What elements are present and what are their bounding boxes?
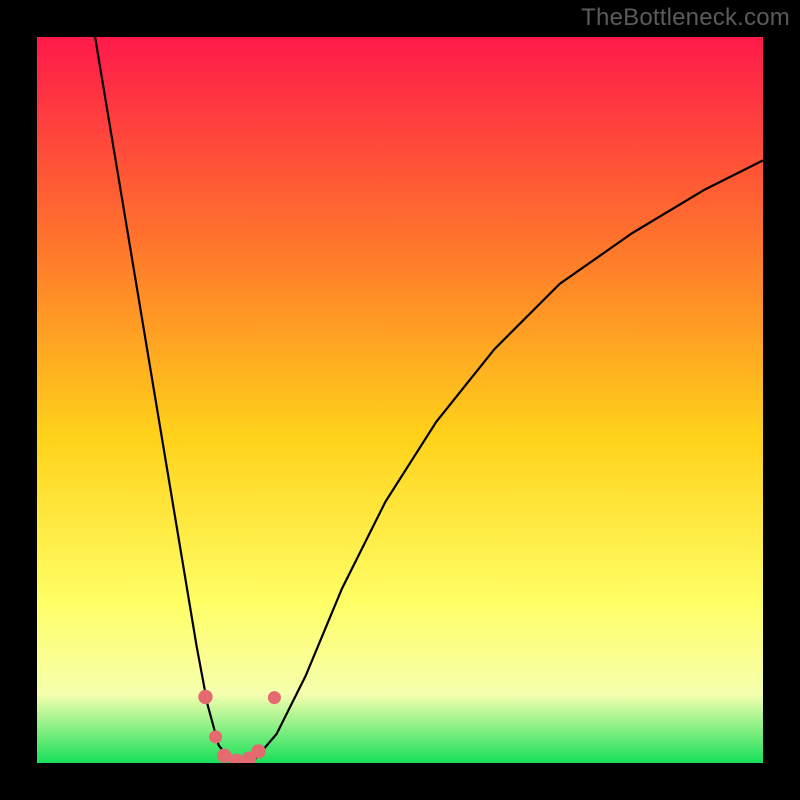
data-marker — [198, 690, 212, 704]
plot-svg — [37, 37, 763, 763]
data-marker — [217, 749, 231, 763]
plot-area — [37, 37, 763, 763]
data-marker — [251, 744, 265, 758]
data-marker — [209, 730, 222, 743]
chart-frame: TheBottleneck.com — [0, 0, 800, 800]
gradient-background — [37, 37, 763, 763]
data-marker — [268, 691, 281, 704]
watermark-text: TheBottleneck.com — [581, 4, 790, 32]
